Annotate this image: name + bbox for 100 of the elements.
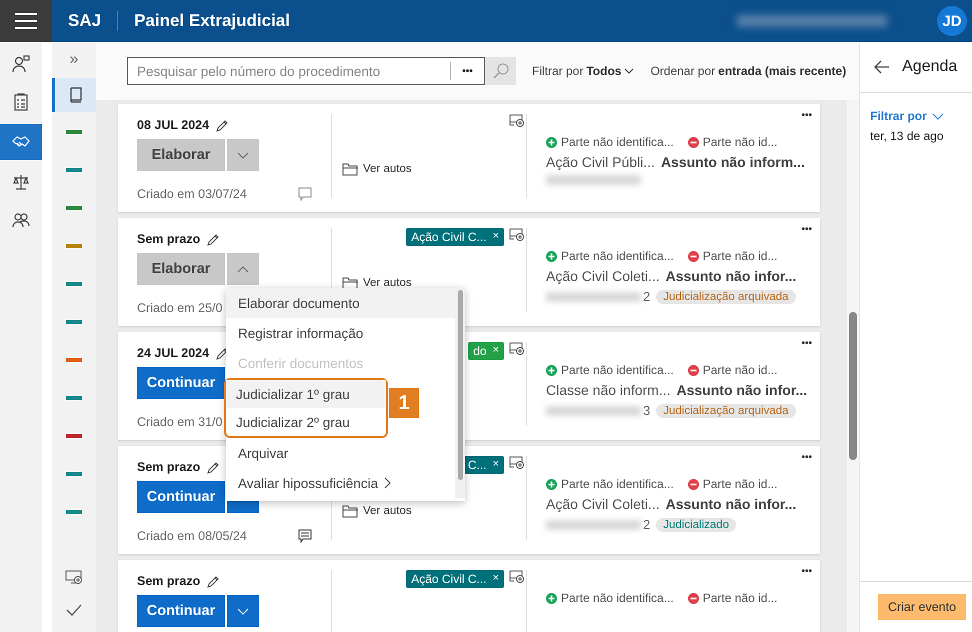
plus-circle-icon (546, 250, 557, 262)
case-number-digit: 3 (643, 403, 650, 418)
more-button[interactable]: ••• (801, 452, 812, 463)
remove-tag-button[interactable]: × (492, 458, 499, 472)
action-button[interactable]: Continuar (137, 367, 225, 399)
expand-button[interactable]: » (70, 42, 78, 78)
status-badge: Judicializado (656, 518, 736, 532)
deadline-text: 24 JUL 2024 (137, 346, 210, 360)
menu-icon (15, 13, 37, 29)
menu-item[interactable]: Avaliar hipossuficiência (226, 468, 455, 498)
created-date: Criado em 03/07/24 (137, 187, 247, 201)
more-button[interactable]: ••• (801, 224, 812, 235)
folder-icon (342, 504, 359, 518)
remove-tag-button[interactable]: × (492, 230, 499, 244)
monitor-add-icon[interactable] (509, 570, 525, 584)
action-button[interactable]: Elaborar (137, 139, 225, 171)
monitor-add-icon[interactable] (509, 342, 525, 356)
class-tag[interactable]: Ação Civil C... × (406, 228, 504, 246)
created-date: Criado em 31/0 (137, 415, 222, 429)
scales-icon (12, 173, 30, 191)
minus-circle-icon (688, 592, 699, 604)
monitor-add-icon[interactable] (65, 570, 83, 586)
active-party: Parte não identifica... (546, 135, 674, 149)
case-subject: Assunto não inform... (660, 154, 805, 170)
panel-title: Agenda (902, 58, 958, 76)
more-options-button[interactable]: ••• (450, 62, 484, 80)
pencil-icon[interactable] (207, 574, 220, 588)
sort-dropdown[interactable]: Ordenar por entrada (mais recente) (650, 64, 846, 78)
view-files-link[interactable]: Ver autos (342, 162, 412, 176)
monitor-add-icon[interactable] (509, 456, 525, 470)
create-event-button[interactable]: Criar evento (878, 594, 966, 620)
deadline-text: Sem prazo (137, 232, 200, 246)
passive-party: Parte não id... (688, 249, 778, 263)
class-tag[interactable]: C... × (462, 456, 504, 474)
action-button[interactable]: Elaborar (137, 253, 225, 285)
created-date: Criado em 25/0 (137, 301, 222, 315)
case-subject: Assunto não infor... (666, 268, 796, 284)
chevron-down-icon (237, 608, 249, 614)
step-number-badge: 1 (389, 388, 419, 418)
pencil-icon[interactable] (216, 118, 230, 132)
search-field[interactable]: Pesquisar pelo número do procedimento ••• (127, 57, 485, 85)
search-icon (492, 63, 508, 79)
filter-dropdown[interactable]: Filtrar por (870, 109, 944, 123)
plus-circle-icon (546, 136, 557, 148)
brand-logo: SAJ (52, 11, 118, 31)
date-text: ter, 13 de ago (870, 129, 945, 143)
deadline-text: 08 JUL 2024 (137, 118, 210, 132)
folder-icon (342, 162, 359, 176)
view-files-link[interactable]: Ver autos (342, 504, 412, 518)
case-class: Ação Civil Públi... (546, 154, 655, 170)
user-avatar[interactable]: JD (937, 6, 967, 36)
menu-item[interactable]: Arquivar (226, 438, 455, 468)
remove-tag-button[interactable]: × (492, 572, 499, 586)
class-tag[interactable]: Ação Civil C... × (406, 570, 504, 588)
passive-party: Parte não id... (688, 135, 778, 149)
nav-button[interactable] (0, 124, 42, 160)
action-button[interactable]: Continuar (137, 481, 225, 513)
deadline-text: Sem prazo (137, 574, 200, 588)
case-class: Ação Civil Coleti... (546, 496, 660, 512)
case-number-digit: 2 (643, 289, 650, 304)
scrollbar[interactable] (847, 100, 859, 632)
chevron-up-icon (237, 266, 249, 272)
case-subject: Assunto não infor... (666, 496, 796, 512)
menu-item[interactable]: Registrar informação (226, 318, 455, 348)
passive-party: Parte não id... (688, 591, 778, 605)
chevron-right-icon (384, 477, 392, 489)
menu-button[interactable] (0, 0, 52, 42)
plus-circle-icon (546, 478, 557, 490)
more-button[interactable]: ••• (801, 566, 812, 577)
deadline-text: Sem prazo (137, 460, 200, 474)
active-party: Parte não identifica... (546, 477, 674, 491)
case-subject: Assunto não infor... (676, 382, 808, 398)
pencil-icon[interactable] (207, 232, 220, 246)
case-class: Classe não inform... (546, 382, 670, 398)
menu-item[interactable]: Elaborar documento (226, 288, 455, 318)
monitor-add-icon[interactable] (509, 114, 525, 128)
pencil-icon[interactable] (207, 460, 220, 474)
minus-circle-icon (688, 364, 699, 376)
action-button[interactable]: Continuar (137, 595, 225, 627)
book-tab[interactable] (52, 78, 96, 112)
active-party: Parte não identifica... (546, 591, 674, 605)
case-number-digit: 2 (643, 517, 650, 532)
monitor-add-icon[interactable] (509, 228, 525, 242)
created-date: Criado em 08/05/24 (137, 529, 247, 543)
scrollbar-thumb[interactable] (458, 290, 462, 480)
case-class: Ação Civil Coleti... (546, 268, 660, 284)
more-button[interactable]: ••• (801, 110, 812, 121)
menu-item[interactable]: Judicializar 2º grau (226, 408, 386, 436)
filter-dropdown[interactable]: Filtrar por Todos (532, 64, 634, 78)
menu-item[interactable]: Judicializar 1º grau (226, 380, 386, 408)
check-icon[interactable] (66, 604, 82, 616)
status-badge: Judicialização arquivada (656, 290, 796, 304)
comment-icon[interactable] (298, 529, 312, 543)
passive-party: Parte não id... (688, 363, 778, 377)
chevron-down-icon (932, 112, 944, 120)
chevron-down-icon (624, 68, 634, 74)
minus-circle-icon (688, 136, 699, 148)
back-arrow-icon[interactable] (874, 60, 890, 74)
chevron-down-icon (237, 152, 249, 158)
more-button[interactable]: ••• (801, 338, 812, 349)
